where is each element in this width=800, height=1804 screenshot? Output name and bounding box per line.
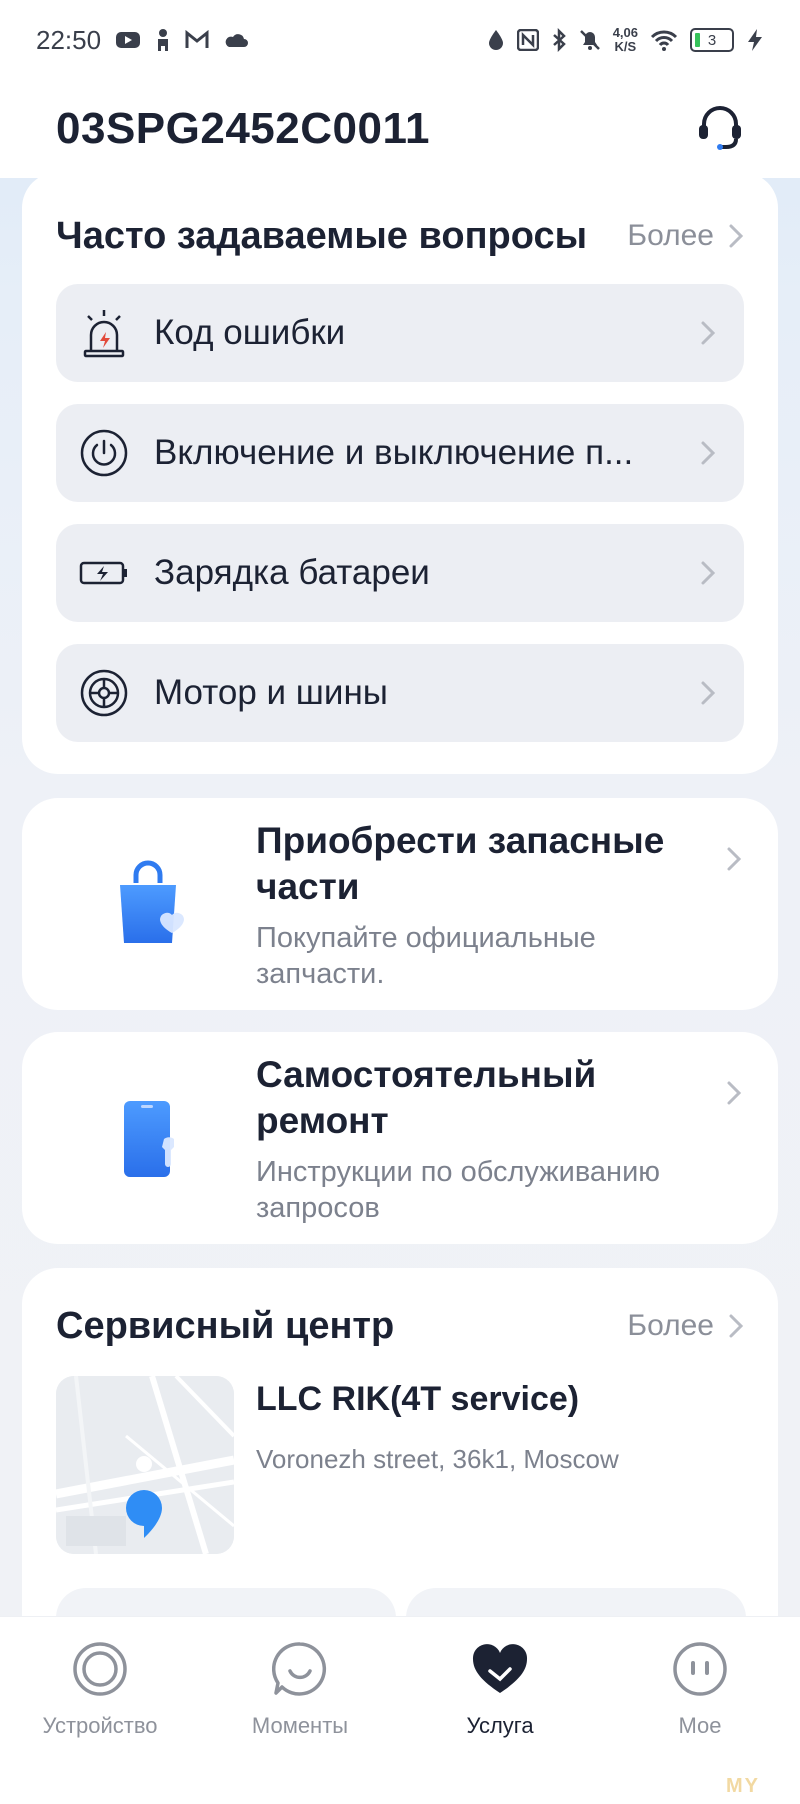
device-ring-icon <box>68 1637 132 1701</box>
data-saver-icon <box>487 28 505 52</box>
faq-item-battery[interactable]: Зарядка батареи <box>56 524 744 622</box>
faq-item-error-code[interactable]: Код ошибки <box>56 284 744 382</box>
tab-moments[interactable]: Моменты <box>210 1637 390 1739</box>
status-bar: 22:50 4,06 K/S 3 <box>0 0 800 80</box>
service-center-name[interactable]: LLC RIK(4T service) <box>256 1380 579 1419</box>
net-speed: 4,06 K/S <box>613 26 638 54</box>
gmail-icon <box>185 30 209 50</box>
person-icon <box>155 28 171 52</box>
power-icon <box>78 427 130 479</box>
tab-service[interactable]: Услуга <box>410 1637 590 1739</box>
alarm-icon <box>78 307 130 359</box>
service-center-title: Сервисный центр <box>56 1304 395 1347</box>
phone-wrench-icon <box>98 1088 198 1188</box>
faq-item-label: Зарядка батареи <box>154 553 430 592</box>
shopping-bag-icon <box>98 854 198 954</box>
headset-icon <box>693 100 747 159</box>
faq-item-motor-tires[interactable]: Мотор и шины <box>56 644 744 742</box>
promo-text: Приобрести запасные части Покупайте офиц… <box>256 818 696 992</box>
service-center-more-link[interactable]: Более <box>627 1309 744 1343</box>
faq-more-label: Более <box>627 219 714 252</box>
device-serial-title: 03SPG2452C0011 <box>56 104 430 153</box>
faq-card: Часто задаваемые вопросы Более Код ошибк… <box>22 172 778 774</box>
chevron-right-icon <box>728 223 744 249</box>
promo-text: Самостоятельный ремонт Инструкции по обс… <box>256 1052 696 1226</box>
watermark: MY <box>726 1775 760 1797</box>
tab-label: Моменты <box>251 1713 349 1738</box>
chevron-right-icon <box>700 560 716 586</box>
chevron-right-icon <box>700 440 716 466</box>
battery-charging-icon <box>78 547 130 599</box>
service-center-more-label: Более <box>627 1309 714 1342</box>
battery-indicator: 3 <box>690 28 734 52</box>
faq-item-power[interactable]: Включение и выключение п... <box>56 404 744 502</box>
chat-smile-icon <box>268 1637 332 1701</box>
app-header: 03SPG2452C0011 <box>0 80 800 178</box>
nfc-icon <box>516 29 539 51</box>
status-time: 22:50 <box>36 24 102 55</box>
wifi-icon <box>650 29 678 51</box>
chevron-right-icon <box>726 1080 742 1106</box>
tab-label: Услуга <box>466 1713 534 1738</box>
tab-label: Устройство <box>42 1713 158 1738</box>
faq-more-link[interactable]: Более <box>627 219 744 253</box>
mute-icon <box>579 28 601 52</box>
promo-title: Приобрести запасные части <box>256 820 665 907</box>
faq-title: Часто задаваемые вопросы <box>56 214 588 257</box>
chevron-right-icon <box>728 1313 744 1339</box>
bottom-tab-bar: Устройство Моменты Услуга Мое <box>0 1616 800 1804</box>
youtube-icon <box>115 30 141 50</box>
status-right: 4,06 K/S 3 <box>487 26 764 54</box>
net-speed-value: 4,06 <box>612 25 638 40</box>
chevron-right-icon <box>726 846 742 872</box>
promo-subtitle: Инструкции по обслуживанию запросов <box>256 1156 661 1224</box>
tab-device[interactable]: Устройство <box>10 1637 190 1739</box>
tab-label: Мое <box>678 1713 722 1738</box>
support-button[interactable] <box>690 99 750 159</box>
chevron-right-icon <box>700 680 716 706</box>
cloud-icon <box>223 31 249 49</box>
bluetooth-icon <box>551 28 567 52</box>
service-center-header: Сервисный центр Более <box>56 1298 744 1354</box>
net-speed-unit: K/S <box>614 39 637 54</box>
faq-item-label: Включение и выключение п... <box>154 433 634 472</box>
map-thumbnail[interactable] <box>56 1376 234 1554</box>
chevron-right-icon <box>700 320 716 346</box>
charging-icon <box>746 28 764 52</box>
tab-profile[interactable]: Мое <box>610 1637 790 1739</box>
promo-spare-parts[interactable]: Приобрести запасные части Покупайте офиц… <box>22 798 778 1010</box>
faq-item-label: Мотор и шины <box>154 673 388 712</box>
promo-self-repair[interactable]: Самостоятельный ремонт Инструкции по обс… <box>22 1032 778 1244</box>
promo-title: Самостоятельный ремонт <box>256 1054 597 1141</box>
battery-level: 3 <box>707 31 717 49</box>
heart-icon <box>468 1637 532 1701</box>
service-center-address: Voronezh street, 36k1, Moscow <box>256 1444 619 1474</box>
status-left: 22:50 <box>36 25 249 56</box>
faq-header: Часто задаваемые вопросы Более <box>56 208 744 264</box>
profile-face-icon <box>668 1637 732 1701</box>
faq-item-label: Код ошибки <box>154 313 346 352</box>
wheel-icon <box>78 667 130 719</box>
promo-subtitle: Покупайте официальные запчасти. <box>256 922 596 990</box>
